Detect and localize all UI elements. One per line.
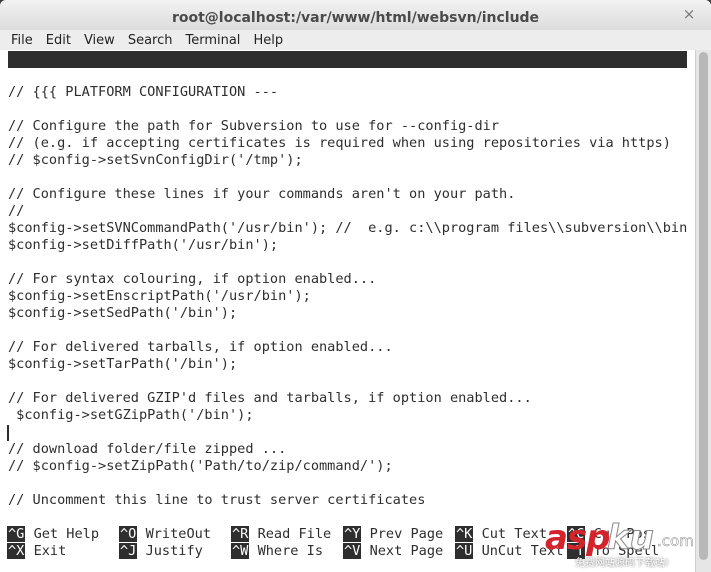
code-line: // For delivered tarballs, if option ena… <box>8 339 393 355</box>
shortcut-key: ^C <box>567 526 586 542</box>
shortcut-item: ^O WriteOut <box>119 526 211 543</box>
shortcut-key: ^V <box>343 543 362 559</box>
shortcut-label: UnCut Text <box>481 543 564 559</box>
code-line: // For delivered GZIP'd files and tarbal… <box>8 390 532 406</box>
nano-modified-status: Modified <box>605 102 671 118</box>
shortcut-label: Justify <box>145 543 203 559</box>
menu-view[interactable]: View <box>84 33 115 48</box>
shortcut-key: ^U <box>455 543 474 559</box>
shortcut-item: ^U UnCut Text <box>455 543 563 560</box>
close-icon[interactable]: × <box>681 6 697 22</box>
code-line: $config->setDiffPath('/usr/bin'); <box>8 237 279 253</box>
shortcut-label: Read File <box>257 526 332 542</box>
shortcut-item: ^G Get Help <box>7 526 99 543</box>
shortcut-label: Get Help <box>33 526 100 542</box>
terminal-scrollbar[interactable] <box>695 50 711 572</box>
code-line: // Configure these lines if your command… <box>8 186 516 202</box>
shortcut-key: ^T <box>567 543 586 559</box>
shortcut-label: Cur Pos <box>593 526 651 542</box>
terminal-content[interactable]: GNU nano 2.3.1 File: config.php Modified… <box>0 50 695 572</box>
shortcut-item: ^R Read File <box>231 526 331 543</box>
code-line: $config->setTarPath('/bin'); <box>8 356 238 372</box>
menu-file[interactable]: File <box>11 33 33 48</box>
nano-shortcut-bar: ^G Get Help ^O WriteOut ^R Read File ^Y Pre… <box>0 526 695 566</box>
code-line: $config->setEnscriptPath('/usr/bin'); <box>8 288 311 304</box>
nano-header-bar: GNU nano 2.3.1 File: config.php Modified <box>8 51 687 118</box>
menu-bar: File Edit View Search Terminal Help <box>0 30 711 50</box>
shortcut-key: ^W <box>231 543 250 559</box>
code-line: $config->setSedPath('/bin'); <box>8 305 238 321</box>
window-title: root@localhost:/var/www/html/websvn/incl… <box>171 10 540 26</box>
shortcut-label: To Spell <box>593 543 660 559</box>
code-line: // (e.g. if accepting certificates is re… <box>8 135 671 151</box>
shortcut-key: ^J <box>119 543 138 559</box>
menu-search[interactable]: Search <box>128 33 173 48</box>
code-line: // $config->setZipPath('Path/to/zip/comm… <box>8 458 393 474</box>
code-line: $config->setGZipPath('/bin'); <box>8 407 254 423</box>
shortcut-item: ^J Justify <box>119 543 203 560</box>
shortcut-item: ^Y Prev Page <box>343 526 443 543</box>
code-line: // <box>8 203 25 219</box>
code-line: // $config->setSvnConfigDir('/tmp'); <box>8 152 303 168</box>
shortcut-label: WriteOut <box>145 526 212 542</box>
shortcut-item: ^K Cut Text <box>455 526 547 543</box>
menu-terminal[interactable]: Terminal <box>185 33 240 48</box>
shortcut-item: ^X Exit <box>7 543 66 560</box>
code-line: $config->setSVNCommandPath('/usr/bin'); … <box>8 220 688 236</box>
title-bar[interactable]: root@localhost:/var/www/html/websvn/incl… <box>0 0 711 31</box>
shortcut-item: ^W Where Is <box>231 543 323 560</box>
menu-help[interactable]: Help <box>253 33 283 48</box>
shortcut-label: Where Is <box>257 543 324 559</box>
code-line: // Configure the path for Subversion to … <box>8 118 500 134</box>
shortcut-label: Cut Text <box>481 526 548 542</box>
shortcut-key: ^G <box>7 526 26 542</box>
terminal-window: root@localhost:/var/www/html/websvn/incl… <box>0 0 711 572</box>
shortcut-key: ^K <box>455 526 474 542</box>
shortcut-key: ^X <box>7 543 26 559</box>
shortcut-item: ^T To Spell <box>567 543 659 560</box>
shortcut-key: ^R <box>231 526 250 542</box>
text-cursor <box>7 425 9 441</box>
shortcut-label: Next Page <box>369 543 444 559</box>
shortcut-key: ^Y <box>343 526 362 542</box>
shortcut-label: Prev Page <box>369 526 444 542</box>
nano-version: GNU nano 2.3.1 <box>22 68 137 84</box>
shortcut-label: Exit <box>33 543 67 559</box>
code-line: // download folder/file zipped ... <box>8 441 287 457</box>
shortcut-item: ^V Next Page <box>343 543 443 560</box>
menu-edit[interactable]: Edit <box>46 33 71 48</box>
code-line: // {{{ PLATFORM CONFIGURATION --- <box>8 84 279 100</box>
shortcut-key: ^O <box>119 526 138 542</box>
scroll-thumb[interactable] <box>699 52 708 560</box>
code-line: // Uncomment this line to trust server c… <box>8 492 426 508</box>
shortcut-item: ^C Cur Pos <box>567 526 651 543</box>
code-line: // For syntax colouring, if option enabl… <box>8 271 377 287</box>
